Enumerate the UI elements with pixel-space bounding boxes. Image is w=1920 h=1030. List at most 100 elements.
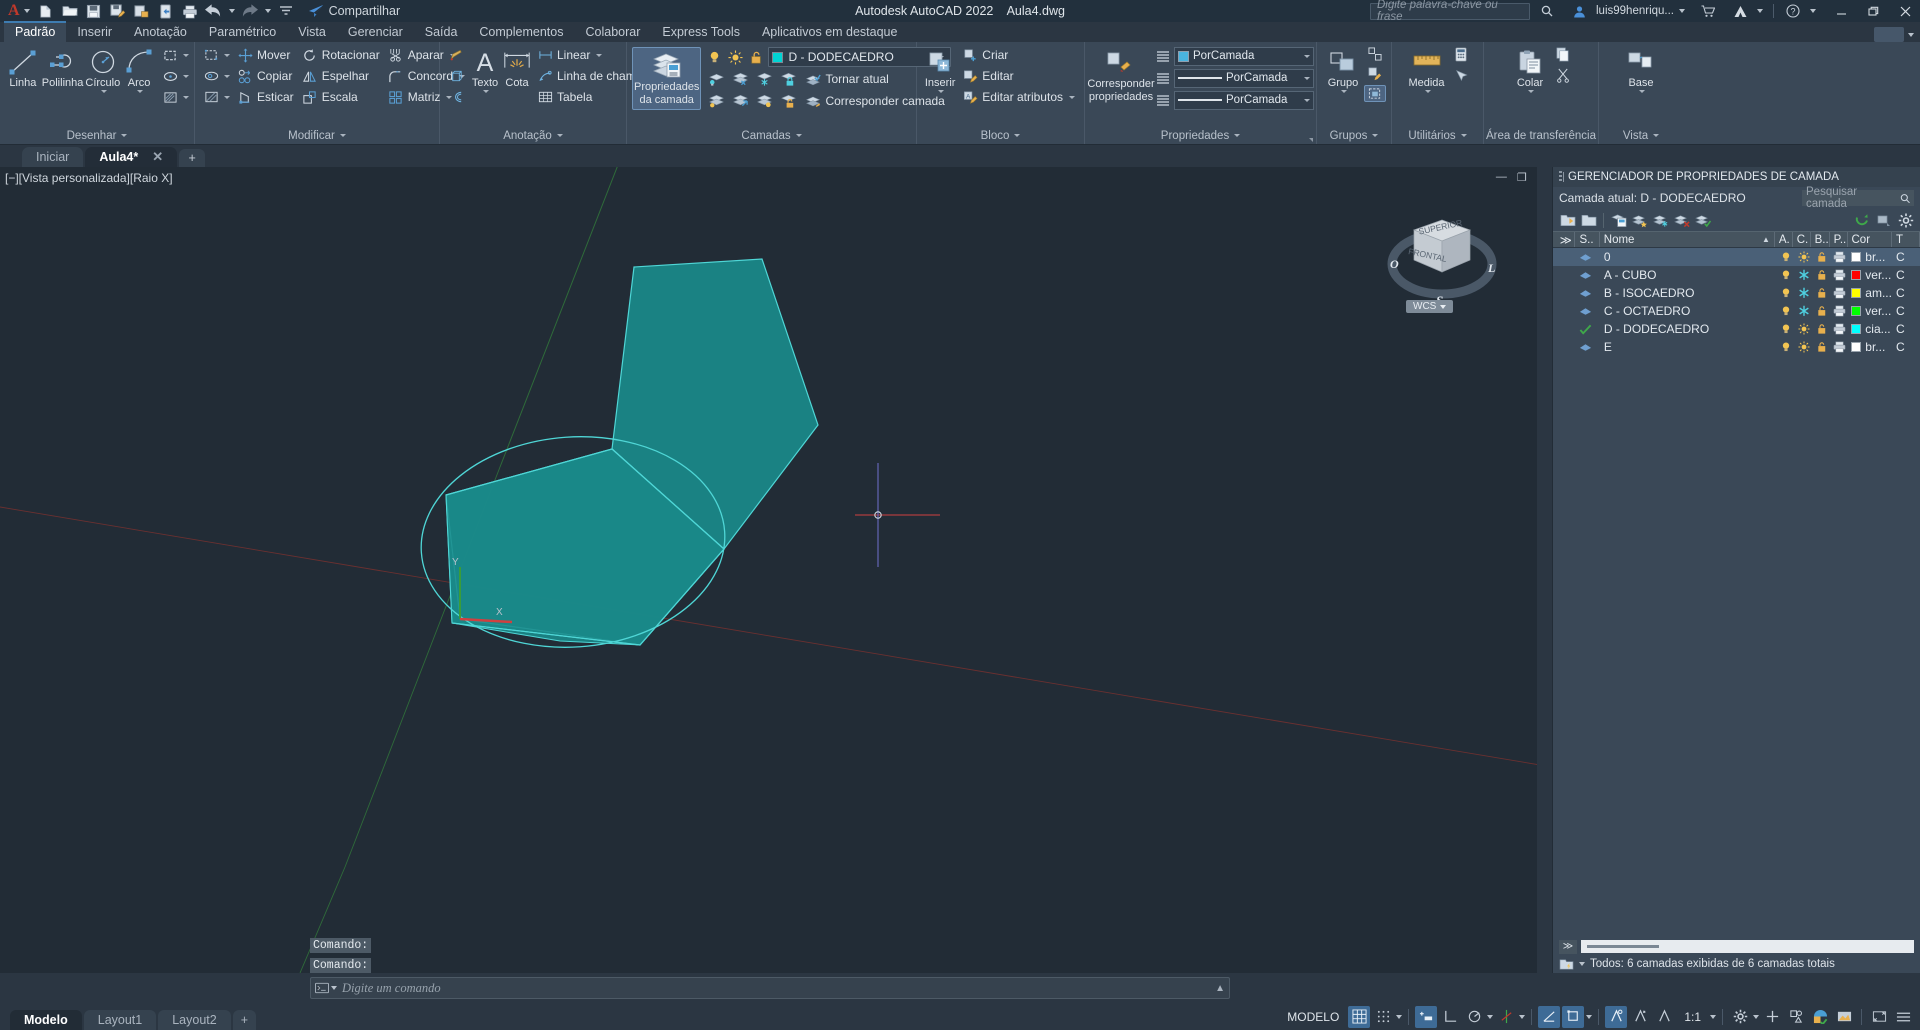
tool-rotacionar[interactable]: Rotacionar <box>298 45 384 65</box>
view-cube[interactable]: O L S SUPERIOR FRONTAL WCS <box>1384 202 1504 317</box>
row-freeze-toggle[interactable] <box>1794 320 1812 338</box>
doc-tab-aula4[interactable]: Aula4* ✕ <box>85 147 178 167</box>
new-layer-icon[interactable] <box>1558 211 1577 229</box>
layer-new-star-icon[interactable] <box>1630 211 1649 229</box>
workspace-chevron-icon[interactable] <box>1753 1014 1759 1019</box>
property-list-icon-1[interactable] <box>1155 46 1171 66</box>
ribbon-tab-colaborar[interactable]: Colaborar <box>574 23 651 42</box>
row-freeze-toggle[interactable] <box>1794 338 1812 356</box>
cut-clip-icon[interactable] <box>1552 66 1574 84</box>
hardware-accel-icon[interactable] <box>1809 1006 1831 1028</box>
tool-mover[interactable]: Mover <box>233 45 298 65</box>
new-file-icon[interactable] <box>34 0 58 22</box>
row-linetype[interactable]: C <box>1892 284 1920 302</box>
row-name[interactable]: A - CUBO <box>1600 266 1776 284</box>
row-name[interactable]: E <box>1600 338 1776 356</box>
tool-inserir-bloco[interactable]: Inserir <box>922 45 958 95</box>
row-plot-toggle[interactable] <box>1829 302 1847 320</box>
row-on-toggle[interactable] <box>1776 248 1794 266</box>
layer-lock-icon[interactable] <box>777 69 799 89</box>
layer-unlock-icon[interactable] <box>747 47 765 67</box>
user-avatar-icon[interactable] <box>1564 0 1594 22</box>
row-plot-toggle[interactable] <box>1829 338 1847 356</box>
medida-dropdown-icon[interactable] <box>1424 89 1431 93</box>
minimize-button[interactable] <box>1826 0 1856 22</box>
autocad-logo-icon[interactable]: A <box>0 2 24 20</box>
customize-qat-icon[interactable] <box>274 0 298 22</box>
col-header-cor[interactable]: Cor <box>1848 232 1893 247</box>
scale-chevron-icon[interactable] <box>1710 1014 1716 1019</box>
doc-tab-iniciar[interactable]: Iniciar <box>22 147 84 167</box>
layer-isolate-icon[interactable] <box>705 69 727 89</box>
annotation-scale-change-toggle[interactable] <box>1653 1006 1675 1028</box>
polar-tracking-toggle[interactable] <box>1463 1006 1485 1028</box>
layer-unlock-all-icon[interactable] <box>777 91 799 111</box>
tool-corresponder-propriedades[interactable]: Corresponder propriedades <box>1087 46 1155 105</box>
grid-display-toggle[interactable] <box>1348 1005 1371 1028</box>
ungroup-icon[interactable] <box>1364 45 1386 62</box>
property-list-icon-3[interactable] <box>1155 90 1171 110</box>
revcloud-icon[interactable] <box>445 45 467 65</box>
ribbon-tab-aplicativos[interactable]: Aplicativos em destaque <box>751 23 909 42</box>
row-plot-toggle[interactable] <box>1829 266 1847 284</box>
annotation-visibility-toggle[interactable] <box>1605 1005 1628 1028</box>
tool-circulo[interactable]: Círculo <box>84 45 121 95</box>
refresh-icon[interactable] <box>1852 211 1871 229</box>
ellipse-icon[interactable] <box>159 66 181 86</box>
ribbon-tab-saida[interactable]: Saída <box>414 23 469 42</box>
color-control-combo[interactable]: PorCamada <box>1174 46 1314 66</box>
workspace-settings-icon[interactable] <box>1729 1006 1751 1028</box>
layer-thaw-all-icon[interactable] <box>753 91 775 111</box>
ribbon-minimize-chevron-icon[interactable] <box>1908 32 1914 37</box>
bloco-expand-icon[interactable] <box>1014 134 1021 137</box>
command-input-field[interactable]: Digite um comando <box>342 981 1210 996</box>
row-lock-toggle[interactable] <box>1812 302 1830 320</box>
autoscale-toggle[interactable] <box>1629 1006 1651 1028</box>
ellipse-dropdown-icon[interactable] <box>183 74 189 78</box>
row-name[interactable]: 0 <box>1600 248 1776 266</box>
row-linetype[interactable]: C <box>1892 302 1920 320</box>
new-layer-group-icon[interactable] <box>1579 211 1598 229</box>
drawing-canvas[interactable]: [−][Vista personalizada][Raio X] — ❐ ✕ <box>0 167 1552 973</box>
share-button[interactable]: Compartilhar <box>308 4 400 18</box>
hatch-icon[interactable] <box>159 87 181 107</box>
infer-constraints-toggle[interactable] <box>1415 1005 1438 1028</box>
tool-esticar[interactable]: Esticar <box>233 87 298 107</box>
row-name[interactable]: D - DODECAEDRO <box>1600 320 1776 338</box>
row-on-toggle[interactable] <box>1776 284 1794 302</box>
polar-chevron-icon[interactable] <box>1487 1014 1494 1019</box>
redo-icon[interactable] <box>238 0 262 22</box>
row-name[interactable]: B - ISOCAEDRO <box>1600 284 1776 302</box>
ribbon-tab-inserir[interactable]: Inserir <box>66 23 123 42</box>
offset-dropdown-icon[interactable] <box>224 95 230 99</box>
customization-plus-icon[interactable] <box>1761 1006 1783 1028</box>
layer-unisolate-icon[interactable] <box>705 91 727 111</box>
grupos-expand-icon[interactable] <box>1372 134 1379 137</box>
doc-tab-close-icon[interactable]: ✕ <box>152 149 163 165</box>
add-layout-button[interactable]: + <box>232 1010 257 1030</box>
utilitarios-expand-icon[interactable] <box>1460 134 1467 137</box>
table-row[interactable]: A - CUBO ver... C <box>1553 266 1920 284</box>
table-row[interactable]: 0 br... C <box>1553 248 1920 266</box>
ribbon-tab-complementos[interactable]: Complementos <box>468 23 574 42</box>
row-freeze-toggle[interactable] <box>1794 302 1812 320</box>
modificar-expand-icon[interactable] <box>339 134 346 137</box>
offset-icon[interactable] <box>200 87 222 107</box>
table-row[interactable]: E br... C <box>1553 338 1920 356</box>
desenhar-expand-icon[interactable] <box>121 134 128 137</box>
help-icon[interactable]: ? <box>1778 0 1808 22</box>
undo-icon[interactable] <box>202 0 226 22</box>
app-menu-chevron-icon[interactable] <box>23 9 30 13</box>
col-header-linetype[interactable]: T <box>1892 232 1920 247</box>
snap-mode-chevron-icon[interactable] <box>1396 1014 1403 1019</box>
new-property-filter-icon[interactable] <box>1609 211 1628 229</box>
model-space-label[interactable]: MODELO <box>1280 1010 1346 1024</box>
settings-icon[interactable] <box>1896 211 1915 229</box>
print-icon[interactable] <box>178 0 202 22</box>
object-snap-tracking-toggle[interactable] <box>1495 1006 1517 1028</box>
col-header-on[interactable]: A. <box>1775 232 1793 247</box>
row-on-toggle[interactable] <box>1776 338 1794 356</box>
sync-icon[interactable] <box>154 0 178 22</box>
dynamic-ucs-toggle[interactable] <box>1562 1005 1585 1028</box>
layer-on-off-icon[interactable] <box>705 47 723 67</box>
